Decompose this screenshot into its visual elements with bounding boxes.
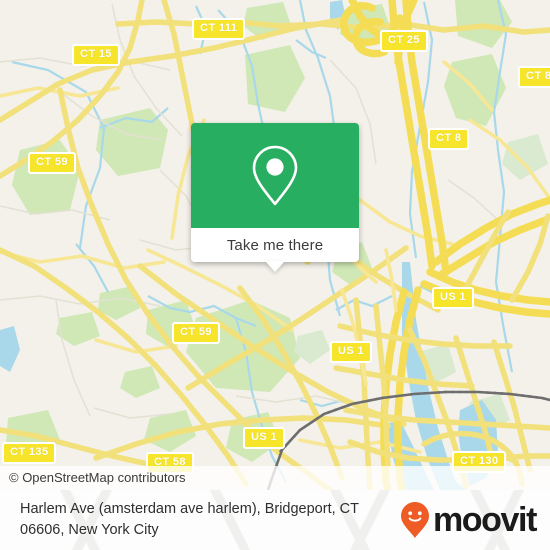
map-shield[interactable]: CT 8 xyxy=(428,128,470,150)
moovit-logo[interactable]: moovit xyxy=(400,501,537,539)
address-line-1: Harlem Ave (amsterdam ave harlem), Bridg… xyxy=(20,501,359,517)
map-shield[interactable]: CT 111 xyxy=(192,18,246,40)
moovit-pin-icon xyxy=(400,502,429,538)
map-shield[interactable]: US 1 xyxy=(243,427,286,449)
map-shield[interactable]: CT 59 xyxy=(28,152,76,174)
map-canvas[interactable]: .w { fill:none; stroke:#a8d8ea; stroke-w… xyxy=(0,0,550,490)
take-me-there-label: Take me there xyxy=(226,236,324,254)
callout-action-bar[interactable]: Take me there xyxy=(191,228,359,262)
map-shield[interactable]: CT 135 xyxy=(2,442,57,464)
map-pin-icon xyxy=(252,145,298,205)
footer-bar: Harlem Ave (amsterdam ave harlem), Bridg… xyxy=(0,490,550,550)
callout-pointer xyxy=(265,261,285,272)
map-shield[interactable]: CT 25 xyxy=(380,30,428,52)
take-me-there-callout[interactable]: Take me there xyxy=(191,123,359,272)
map-shield[interactable]: US 1 xyxy=(330,341,373,363)
location-address: Harlem Ave (amsterdam ave harlem), Bridg… xyxy=(20,499,359,541)
map-shield[interactable]: CT 8 xyxy=(518,66,550,88)
address-line-2: 06606, New York City xyxy=(20,522,159,538)
map-shield[interactable]: US 1 xyxy=(432,287,475,309)
callout-icon-panel xyxy=(191,123,359,228)
osm-attribution[interactable]: © OpenStreetMap contributors xyxy=(0,466,550,490)
moovit-wordmark: moovit xyxy=(432,501,537,539)
map-shield[interactable]: CT 15 xyxy=(72,44,120,66)
map-shield[interactable]: CT 59 xyxy=(172,322,220,344)
